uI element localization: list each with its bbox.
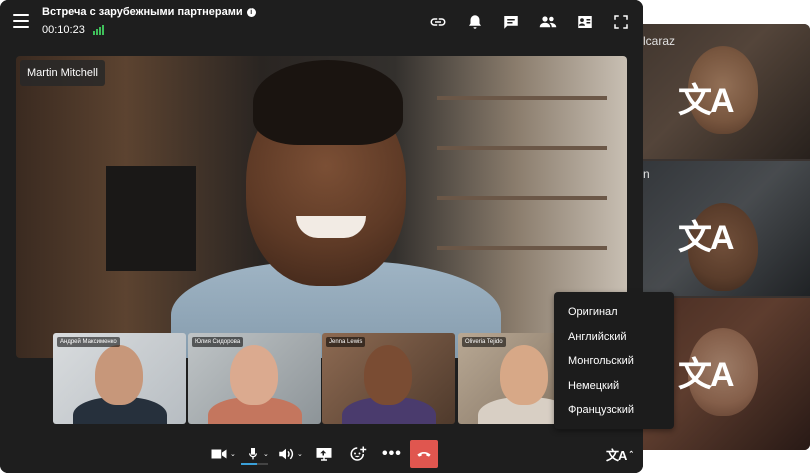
chat-icon[interactable] [502,13,520,31]
language-menu: Оригинал Английский Монгольский Немецкий… [554,292,674,429]
camera-toggle[interactable]: ⌄ [210,444,236,464]
screen-share-icon [316,448,332,461]
speaker-toggle[interactable]: ⌄ [277,444,303,464]
translate-icon: 文A [678,219,735,257]
participant-face [364,345,412,405]
meeting-title: Встреча с зарубежными партнерами i [42,6,256,18]
language-option-french[interactable]: Французский [554,398,674,423]
participant-thumbnail[interactable]: Jenna Lewis [322,333,455,424]
participants-icon[interactable] [539,13,557,31]
translate-icon: 文A [678,82,735,120]
chevron-down-icon[interactable]: ⌄ [297,450,303,458]
smile-icon [350,446,367,461]
main-participant-name: Martin Mitchell [20,60,105,86]
microphone-icon [249,448,257,460]
main-video[interactable] [16,56,627,358]
video-call-app: 文A 文A 文A lcaraz n Встреча с зарубежными … [0,0,810,473]
main-participant-image [171,56,501,358]
language-option-mongolian[interactable]: Монгольский [554,349,674,374]
hang-up-icon [417,452,431,457]
thumbnail-name: Андрей Максименко [57,337,120,347]
microphone-toggle[interactable]: ⌄ [245,444,269,464]
thumbnail-name: Юлия Сидорова [192,337,244,347]
speaker-icon [279,448,294,460]
thumbnail-name: Oliveria Tejido [462,337,506,347]
control-bar: ⌄ ⌄ ⌄ ••• 文A ⌃ [0,436,643,473]
chevron-down-icon[interactable]: ⌄ [263,450,269,458]
camera-icon [211,449,227,459]
bell-icon[interactable] [466,13,484,31]
side-participant-name: lcaraz [643,34,676,48]
participant-thumbnail[interactable]: Юлия Сидорова [188,333,321,424]
call-window: Встреча с зарубежными партнерами i 00:10:… [0,0,643,473]
language-option-english[interactable]: Английский [554,325,674,350]
side-participant-tile[interactable]: 文A [630,161,810,296]
info-icon[interactable]: i [246,8,256,17]
end-call-button[interactable] [410,440,438,468]
reactions-button[interactable] [349,444,367,464]
language-option-german[interactable]: Немецкий [554,374,674,399]
translate-icon[interactable]: 文A ⌃ [606,444,634,464]
screen-share-button[interactable] [315,444,333,464]
translate-icon: 文A [678,356,735,394]
participant-face [230,345,278,405]
microphone-level-meter [241,463,268,465]
hamburger-icon[interactable] [13,14,29,28]
call-timer: 00:10:23 [42,24,85,36]
participant-thumbnail[interactable]: Андрей Максименко [53,333,186,424]
side-participant-name: n [643,167,650,181]
top-bar: Встреча с зарубежными партнерами i 00:10:… [0,0,643,44]
participant-face [95,345,143,405]
more-options-icon[interactable]: ••• [382,444,402,464]
link-icon[interactable] [429,13,447,31]
chevron-down-icon[interactable]: ⌄ [230,450,236,458]
chevron-up-icon[interactable]: ⌃ [628,450,634,458]
language-option-original[interactable]: Оригинал [554,300,674,325]
thumbnail-name: Jenna Lewis [326,337,366,347]
contact-card-icon[interactable] [576,13,594,31]
participant-face [500,345,548,405]
fullscreen-icon[interactable] [612,13,630,31]
signal-strength-icon [93,25,105,35]
